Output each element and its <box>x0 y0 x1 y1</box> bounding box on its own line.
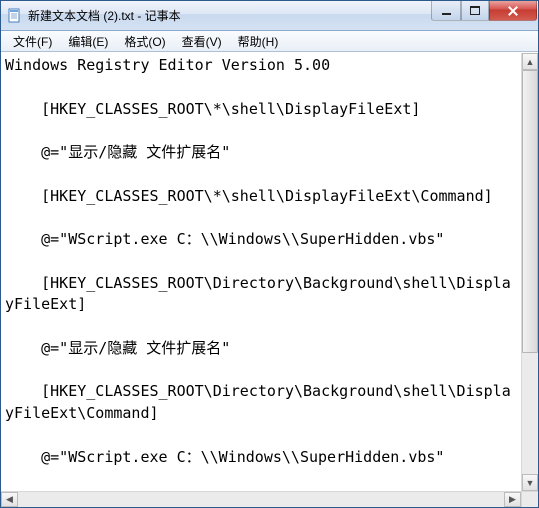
menu-help[interactable]: 帮助(H) <box>230 31 287 52</box>
scroll-up-button[interactable]: ▲ <box>522 53 538 70</box>
notepad-window: 新建文本文档 (2).txt - 记事本 文件(F) 编辑(E) 格式(O) 查… <box>0 0 539 508</box>
scroll-right-button[interactable]: ▶ <box>504 492 521 507</box>
minimize-button[interactable] <box>431 1 461 21</box>
close-button[interactable] <box>489 1 537 21</box>
scroll-thumb-vertical[interactable] <box>522 70 538 353</box>
text-content[interactable]: Windows Registry Editor Version 5.00 [HK… <box>1 53 521 491</box>
maximize-button[interactable] <box>461 1 489 21</box>
resize-grip[interactable] <box>521 491 538 507</box>
scroll-left-button[interactable]: ◀ <box>1 492 18 507</box>
horizontal-scrollbar[interactable]: ◀ ▶ <box>1 491 521 507</box>
scroll-track-vertical[interactable] <box>522 70 538 474</box>
menu-format[interactable]: 格式(O) <box>116 31 173 52</box>
menu-edit[interactable]: 编辑(E) <box>60 31 116 52</box>
window-title: 新建文本文档 (2).txt - 记事本 <box>28 7 431 24</box>
scroll-down-button[interactable]: ▼ <box>522 474 538 491</box>
menu-view[interactable]: 查看(V) <box>174 31 230 52</box>
notepad-icon <box>7 8 23 24</box>
titlebar[interactable]: 新建文本文档 (2).txt - 记事本 <box>1 1 538 31</box>
window-controls <box>431 1 537 21</box>
vertical-scrollbar[interactable]: ▲ ▼ <box>521 53 538 491</box>
editor-area: Windows Registry Editor Version 5.00 [HK… <box>1 52 538 491</box>
menu-file[interactable]: 文件(F) <box>5 31 60 52</box>
scroll-track-horizontal[interactable] <box>18 492 504 507</box>
bottom-bar: ◀ ▶ <box>1 491 538 507</box>
menubar: 文件(F) 编辑(E) 格式(O) 查看(V) 帮助(H) <box>1 31 538 52</box>
